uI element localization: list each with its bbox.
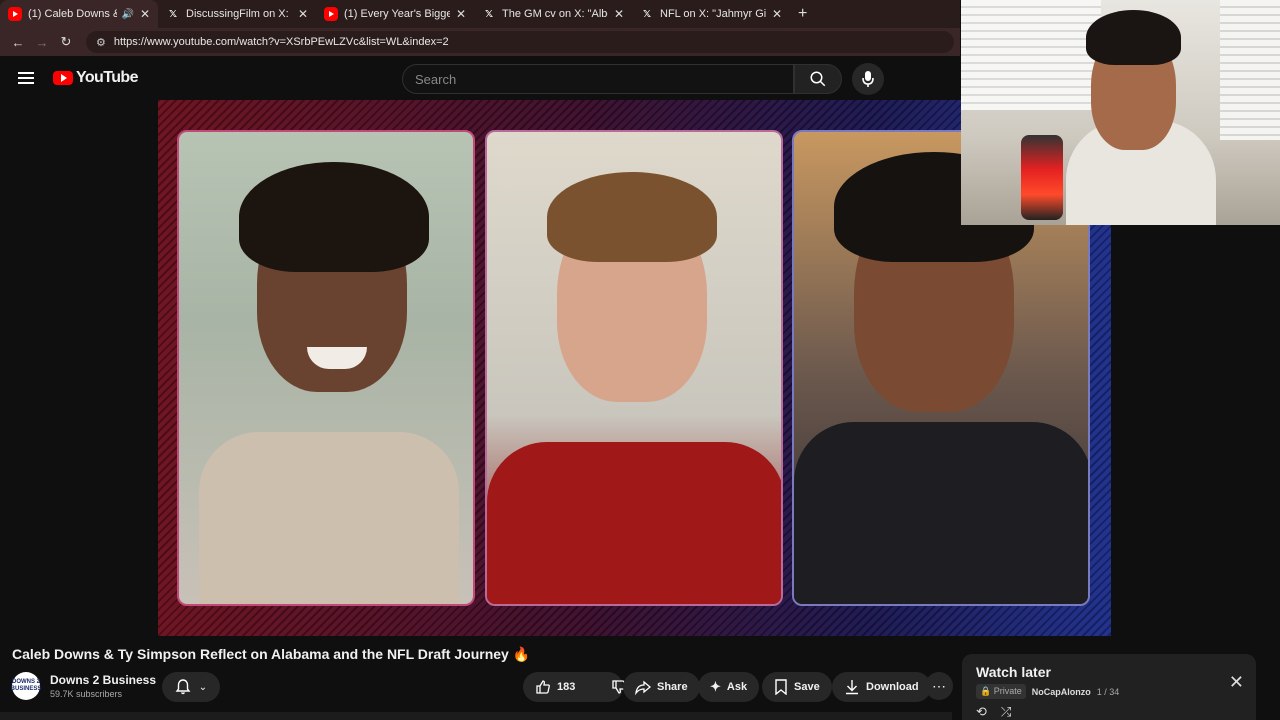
- privacy-badge: 🔒 Private: [976, 684, 1026, 699]
- menu-icon[interactable]: [18, 72, 34, 84]
- download-icon: [846, 680, 858, 695]
- bookmark-icon: [775, 679, 787, 695]
- microphone-icon: [862, 71, 874, 87]
- tab-the-gm[interactable]: 𝕏 The GM cv on X: "Albeit I don't ✕: [474, 0, 632, 28]
- share-label: Share: [657, 681, 688, 693]
- like-button[interactable]: 183: [523, 672, 587, 702]
- speaker-icon[interactable]: 🔊: [121, 9, 133, 20]
- playlist-title[interactable]: Watch later: [976, 664, 1242, 680]
- playlist-position: 1 / 34: [1096, 686, 1120, 697]
- tab-title: (1) Every Year's Biggest NFL Dra: [344, 8, 450, 20]
- x-icon: 𝕏: [484, 8, 494, 20]
- ask-button[interactable]: ✦ Ask: [698, 672, 760, 702]
- tab-title: DiscussingFilm on X: "First trail: [186, 8, 292, 20]
- voice-search-button[interactable]: [852, 63, 884, 95]
- youtube-play-icon: [53, 71, 73, 85]
- watch-later-panel: Watch later 🔒 Private NoCapAlonzo 1 / 34…: [962, 654, 1256, 720]
- channel-owner[interactable]: DOWNS 2 BUSINESS Downs 2 Business 59.7K …: [11, 672, 156, 700]
- like-dislike-group: 183: [523, 672, 627, 702]
- url-field[interactable]: ⚙ https://www.youtube.com/watch?v=XSrbPE…: [86, 31, 954, 53]
- youtube-masthead: YouTube Search: [0, 56, 960, 100]
- tab-discussingfilm[interactable]: 𝕏 DiscussingFilm on X: "First trail ✕: [158, 0, 316, 28]
- shuffle-icon[interactable]: ⤮: [1001, 704, 1011, 720]
- notification-bell-button[interactable]: ⌄: [162, 672, 220, 702]
- channel-name[interactable]: Downs 2 Business: [50, 673, 156, 687]
- bell-icon: [175, 679, 191, 695]
- subscriber-count: 59.7K subscribers: [50, 689, 123, 699]
- like-count: 183: [557, 681, 576, 693]
- close-icon[interactable]: ✕: [614, 7, 624, 21]
- url-text: https://www.youtube.com/watch?v=XSrbPEwL…: [113, 36, 449, 48]
- close-icon[interactable]: ✕: [1229, 672, 1244, 693]
- tab-nfl-on-x[interactable]: 𝕏 NFL on X: "Jahmyr Gibbs' new b ✕: [632, 0, 790, 28]
- video-title: Caleb Downs & Ty Simpson Reflect on Alab…: [12, 646, 531, 662]
- download-button[interactable]: Download: [832, 672, 931, 702]
- playlist-owner[interactable]: NoCapAlonzo: [1032, 687, 1091, 697]
- tab-title: NFL on X: "Jahmyr Gibbs' new b: [660, 8, 766, 20]
- tab-nfl-draft[interactable]: (1) Every Year's Biggest NFL Dra ✕: [316, 0, 474, 28]
- tab-caleb-downs[interactable]: (1) Caleb Downs & Ty Simp 🔊 ✕: [0, 0, 158, 28]
- tab-title: (1) Caleb Downs & Ty Simp: [28, 8, 117, 20]
- close-icon[interactable]: ✕: [772, 7, 782, 21]
- save-label: Save: [794, 681, 820, 693]
- search-icon: [810, 71, 826, 87]
- forward-icon[interactable]: →: [30, 35, 54, 50]
- search-placeholder: Search: [415, 71, 457, 87]
- video-panel-left: [177, 130, 475, 606]
- close-icon[interactable]: ✕: [456, 7, 466, 21]
- save-button[interactable]: Save: [762, 672, 832, 702]
- search-button[interactable]: [794, 64, 842, 94]
- address-bar-row: ← → ↻ ⚙ https://www.youtube.com/watch?v=…: [0, 28, 960, 56]
- reload-icon[interactable]: ↻: [54, 34, 78, 50]
- share-icon: [635, 680, 651, 695]
- download-label: Download: [866, 681, 919, 693]
- thumbs-up-icon: [536, 680, 550, 694]
- ask-label: Ask: [726, 681, 748, 693]
- youtube-icon: [324, 7, 338, 21]
- x-icon: 𝕏: [168, 8, 178, 20]
- video-panel-center: [485, 130, 783, 606]
- site-settings-icon[interactable]: ⚙: [96, 36, 106, 49]
- webcam-overlay: [961, 0, 1280, 225]
- close-icon[interactable]: ✕: [140, 7, 150, 21]
- youtube-logo-text: YouTube: [76, 69, 138, 86]
- more-actions-button[interactable]: ⋯: [925, 672, 953, 700]
- search-input[interactable]: Search: [402, 64, 794, 94]
- youtube-icon: [8, 7, 22, 21]
- channel-avatar[interactable]: DOWNS 2 BUSINESS: [11, 672, 41, 700]
- x-icon: 𝕏: [642, 8, 652, 20]
- youtube-logo[interactable]: YouTube: [53, 69, 138, 87]
- new-tab-button[interactable]: +: [790, 5, 815, 23]
- share-button[interactable]: Share: [623, 672, 700, 702]
- browser-tab-bar: (1) Caleb Downs & Ty Simp 🔊 ✕ 𝕏 Discussi…: [0, 0, 960, 28]
- tab-title: The GM cv on X: "Albeit I don't: [502, 8, 608, 20]
- loop-icon[interactable]: ⟲: [976, 704, 987, 720]
- microphone-prop: [1021, 135, 1063, 220]
- chevron-down-icon: ⌄: [198, 681, 208, 693]
- sparkle-icon: ✦: [710, 679, 721, 694]
- more-icon: ⋯: [932, 677, 946, 694]
- back-icon[interactable]: ←: [6, 35, 30, 50]
- close-icon[interactable]: ✕: [298, 7, 308, 21]
